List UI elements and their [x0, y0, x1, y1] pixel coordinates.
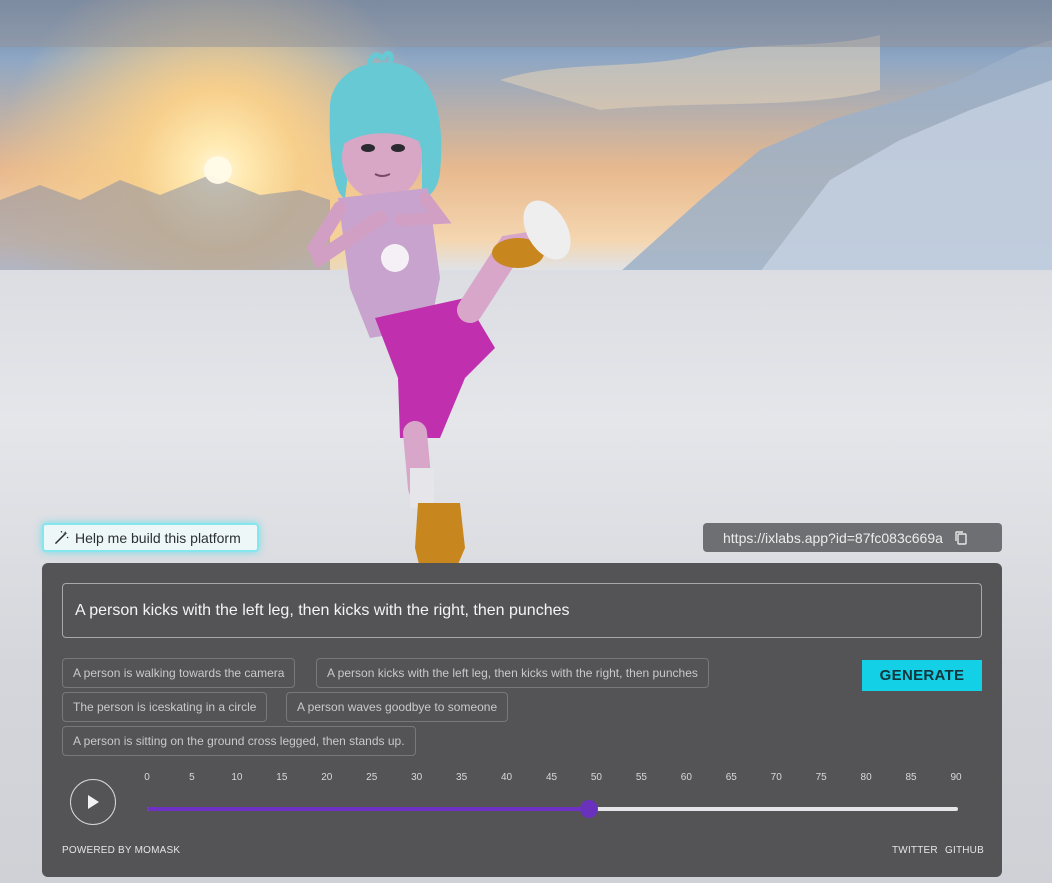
top-bar: [0, 0, 1052, 47]
timeline-progress: [147, 807, 589, 811]
copy-icon[interactable]: [953, 530, 969, 546]
magic-wand-icon: [55, 530, 69, 544]
play-button[interactable]: [70, 779, 116, 825]
timeline-tick-label: 45: [545, 772, 558, 783]
timeline-tick-label: 90: [950, 772, 962, 783]
timeline-tick-label: 35: [456, 772, 468, 783]
timeline-tick-label: 60: [680, 772, 692, 783]
timeline-tick-label: 10: [231, 772, 243, 783]
twitter-link[interactable]: TWITTER: [892, 845, 938, 856]
timeline-tick-label: 25: [366, 772, 378, 783]
suggestion-chip[interactable]: The person is iceskating in a circle: [62, 692, 268, 722]
timeline-slider[interactable]: [147, 800, 958, 818]
timeline-tick-label: 0: [144, 772, 150, 783]
timeline-thumb[interactable]: [579, 800, 598, 818]
help-build-label: Help me build this platform: [75, 529, 241, 546]
suggestion-chip[interactable]: A person is walking towards the camera: [62, 658, 296, 688]
prompt-input[interactable]: [62, 583, 982, 638]
timeline-ticks: 0 5 10 15 20 25 30 35 40 45 50 55 60 65 70 75 80 85 90: [144, 772, 961, 786]
timeline-tick-label: 5: [189, 772, 195, 783]
timeline-tick-label: 80: [860, 772, 872, 783]
timeline-tick-label: 20: [321, 772, 333, 783]
generate-button[interactable]: GENERATE: [862, 660, 982, 691]
timeline-tick-label: 75: [815, 772, 827, 783]
timeline-tick-label: 15: [276, 772, 288, 783]
share-url-box[interactable]: https://ixlabs.app?id=87fc083c669a: [703, 523, 1002, 552]
suggestion-chip[interactable]: A person waves goodbye to someone: [286, 692, 509, 722]
timeline-tick-label: 70: [770, 772, 782, 783]
powered-by-label: POWERED BY MOMASK: [62, 845, 181, 856]
help-build-button[interactable]: Help me build this platform: [42, 523, 259, 552]
timeline-tick-label: 30: [411, 772, 423, 783]
timeline-tick-label: 50: [590, 772, 602, 783]
suggestion-chip[interactable]: A person kicks with the left leg, then k…: [316, 658, 709, 688]
play-icon: [88, 795, 99, 809]
github-link[interactable]: GITHUB: [945, 845, 984, 856]
control-panel: A person is walking towards the camera A…: [42, 563, 1002, 877]
timeline-tick-label: 55: [635, 772, 647, 783]
share-url-text: https://ixlabs.app?id=87fc083c669a: [723, 529, 943, 546]
timeline-tick-label: 85: [905, 772, 917, 783]
timeline-tick-label: 65: [725, 772, 737, 783]
timeline-tick-label: 40: [500, 772, 513, 783]
suggestion-chip[interactable]: A person is sitting on the ground cross …: [62, 726, 416, 756]
animated-character: [306, 51, 571, 588]
